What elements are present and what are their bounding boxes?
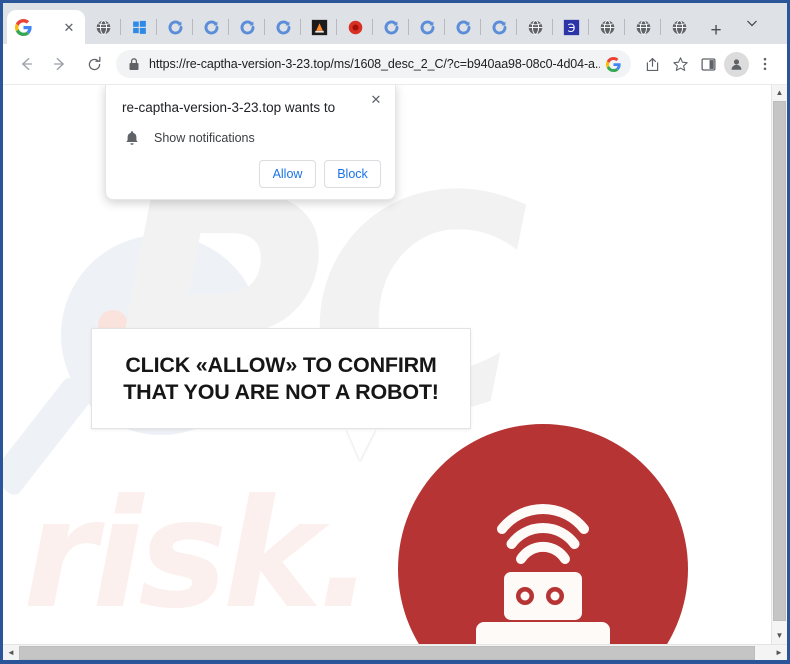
chrome-browser-chrome: ✕ Э + https://re-captha-version-3-23.top… <box>3 3 787 660</box>
google-g-icon <box>15 18 32 36</box>
pinned-tab-14[interactable] <box>588 15 619 39</box>
pinned-tab-10[interactable] <box>444 15 475 39</box>
allow-button[interactable]: Allow <box>259 160 316 188</box>
address-bar[interactable]: https://re-captha-version-3-23.top/ms/16… <box>116 50 631 78</box>
dialog-title: re-captha-version-3-23.top wants to <box>122 100 336 115</box>
share-icon[interactable] <box>638 50 666 78</box>
chrome-reload-icon <box>419 19 436 36</box>
minimize-button[interactable] <box>774 8 787 38</box>
chrome-reload-icon <box>239 19 256 36</box>
vertical-scroll-track[interactable] <box>772 101 787 628</box>
chrome-reload-icon <box>383 19 400 36</box>
windows-logo-icon <box>131 19 148 36</box>
scroll-left-arrow-icon: ◄ <box>7 647 15 657</box>
pinned-tab-12[interactable] <box>516 15 547 39</box>
pinned-tab-9[interactable] <box>408 15 439 39</box>
chrome-reload-icon <box>455 19 472 36</box>
back-button[interactable] <box>11 49 41 79</box>
pinned-tab-3[interactable] <box>192 15 223 39</box>
dialog-permission-row: Show notifications <box>122 130 379 146</box>
pinned-tab-0[interactable] <box>91 15 115 39</box>
reload-button[interactable] <box>79 49 109 79</box>
horizontal-scroll-track[interactable] <box>19 645 771 661</box>
new-tab-button[interactable]: + <box>703 18 729 44</box>
dialog-permission-label: Show notifications <box>154 130 255 145</box>
magnifier-handle-watermark <box>3 374 96 498</box>
horizontal-scroll-thumb[interactable] <box>19 645 755 660</box>
speech-bubble: CLICK «ALLOW» TO CONFIRM THAT YOU ARE NO… <box>91 328 471 429</box>
active-tab[interactable]: ✕ <box>7 10 85 44</box>
pinned-tab-11[interactable] <box>480 15 511 39</box>
pinned-tab-16[interactable] <box>660 15 691 39</box>
vertical-scroll-thumb[interactable] <box>773 101 786 621</box>
chrome-reload-icon <box>167 19 184 36</box>
pinned-tab-13[interactable]: Э <box>552 15 583 39</box>
pinned-tab-1[interactable] <box>120 15 151 39</box>
pinned-tab-7[interactable] <box>336 15 367 39</box>
chrome-reload-icon <box>491 19 508 36</box>
speech-bubble-tail <box>346 428 376 460</box>
scroll-right-button[interactable]: ► <box>771 645 787 661</box>
scroll-down-button[interactable]: ▼ <box>772 628 787 644</box>
globe-icon <box>635 19 652 36</box>
vertical-scrollbar[interactable]: ▲ ▼ <box>771 85 787 644</box>
browser-toolbar: https://re-captha-version-3-23.top/ms/16… <box>3 44 787 84</box>
omnibox-google-g-icon[interactable] <box>606 56 621 72</box>
profile-avatar-icon[interactable] <box>724 51 749 77</box>
lock-icon <box>128 57 140 71</box>
star-icon[interactable] <box>666 50 694 78</box>
vlc-dark-icon <box>311 19 328 36</box>
pinned-tab-15[interactable] <box>624 15 655 39</box>
tab-close-icon[interactable]: ✕ <box>61 19 77 35</box>
scroll-right-arrow-icon: ► <box>775 647 783 657</box>
svg-text:Э: Э <box>567 21 575 34</box>
three-dot-menu-icon[interactable] <box>751 50 779 78</box>
speech-bubble-text: CLICK «ALLOW» TO CONFIRM THAT YOU ARE NO… <box>123 353 439 404</box>
browser-window: ✕ Э + https://re-captha-version-3-23.top… <box>0 0 790 664</box>
chrome-reload-icon <box>275 19 292 36</box>
pinned-tab-4[interactable] <box>228 15 259 39</box>
page-viewport: PC risk. CLICK «ALLOW» TO CONFIRM THAT Y… <box>3 84 787 660</box>
chrome-reload-icon <box>203 19 220 36</box>
red-record-icon <box>347 19 364 36</box>
pinned-tab-2[interactable] <box>156 15 187 39</box>
scroll-down-arrow-icon: ▼ <box>775 631 784 640</box>
block-button[interactable]: Block <box>324 160 381 188</box>
scroll-up-button[interactable]: ▲ <box>772 85 787 101</box>
dialog-button-group: Allow Block <box>259 160 381 188</box>
pinned-tab-6[interactable] <box>300 15 331 39</box>
tab-search-button[interactable] <box>729 8 774 38</box>
decorative-dot-watermark <box>133 270 179 316</box>
globe-icon <box>95 19 112 36</box>
notification-permission-dialog: ✕ re-captha-version-3-23.top wants to Sh… <box>105 85 396 200</box>
robot-icon <box>398 424 688 644</box>
pinned-tabs-group: Э <box>85 10 697 44</box>
site-watermark-text: risk. <box>23 468 374 642</box>
forward-button[interactable] <box>45 49 75 79</box>
dialog-close-icon[interactable]: ✕ <box>366 90 386 110</box>
pinned-tab-5[interactable] <box>264 15 295 39</box>
bell-icon <box>122 130 142 146</box>
scroll-up-arrow-icon: ▲ <box>775 88 784 97</box>
side-panel-icon[interactable] <box>694 50 722 78</box>
scroll-left-button[interactable]: ◄ <box>3 645 19 661</box>
horizontal-scrollbar[interactable]: ◄ ► <box>3 644 787 660</box>
globe-icon <box>671 19 688 36</box>
window-controls <box>729 3 787 44</box>
globe-icon <box>599 19 616 36</box>
blue-square-icon: Э <box>563 19 580 36</box>
globe-icon <box>527 19 544 36</box>
tab-strip: ✕ Э + <box>3 3 787 44</box>
url-text[interactable]: https://re-captha-version-3-23.top/ms/16… <box>149 57 600 71</box>
pinned-tab-8[interactable] <box>372 15 403 39</box>
